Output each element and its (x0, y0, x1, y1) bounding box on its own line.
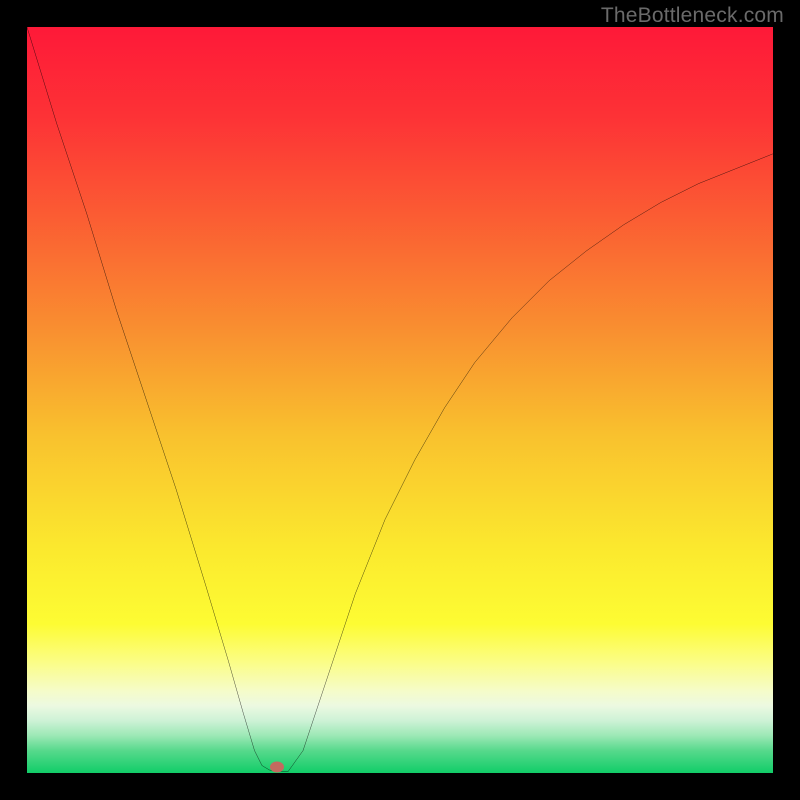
bottleneck-curve (27, 27, 773, 773)
optimum-marker (270, 762, 284, 773)
chart-frame: TheBottleneck.com (0, 0, 800, 800)
plot-area (27, 27, 773, 773)
watermark-text: TheBottleneck.com (601, 4, 784, 28)
